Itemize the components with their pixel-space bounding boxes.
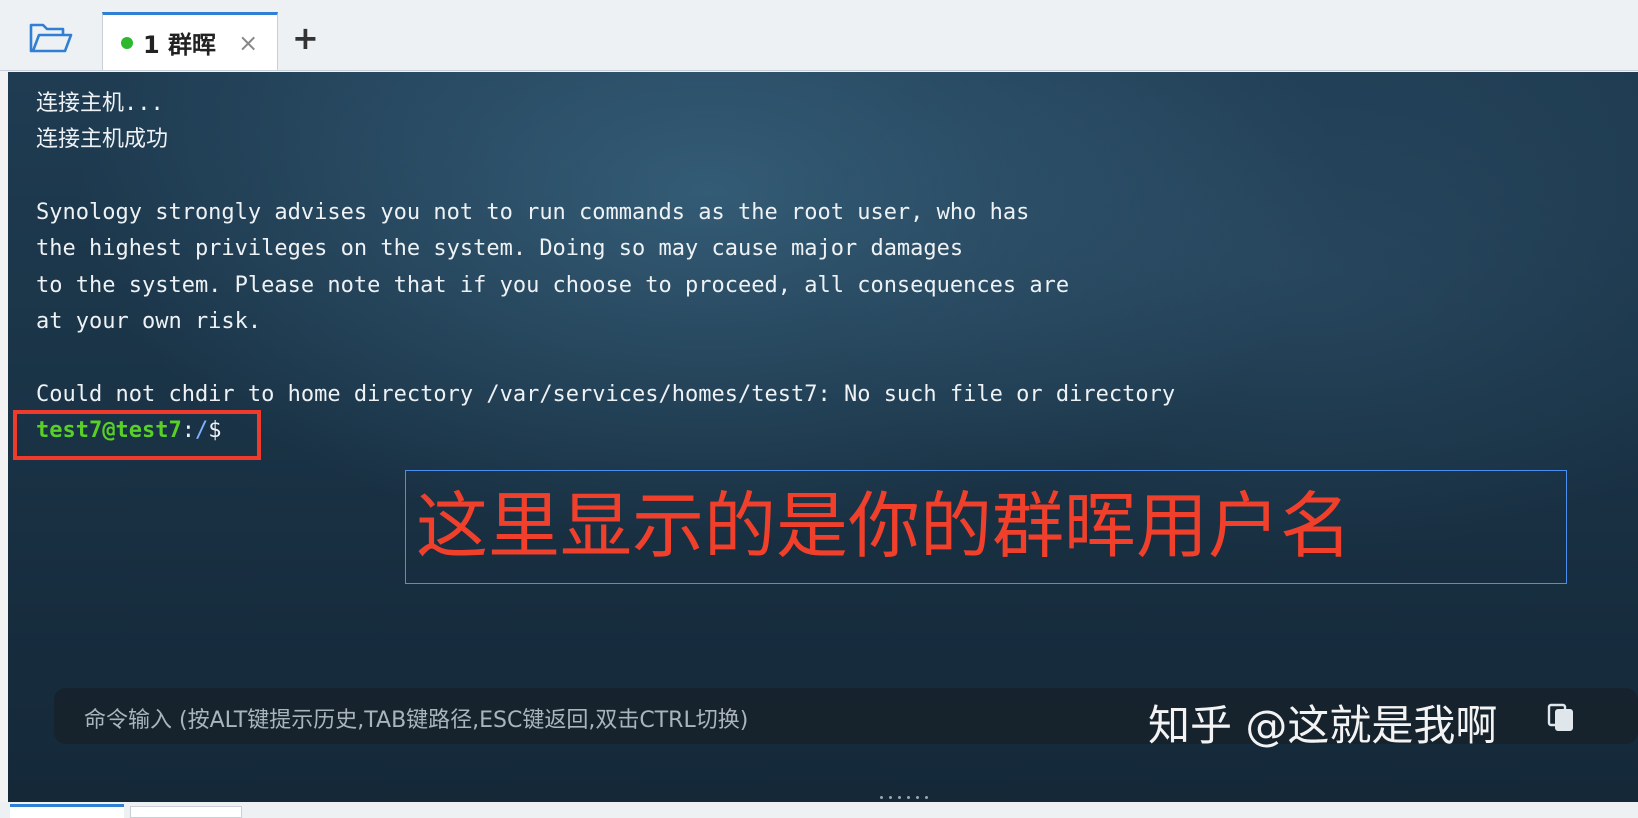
command-input-placeholder: 命令输入 (按ALT键提示历史,TAB键路径,ESC键返回,双击CTRL切换) <box>84 708 749 733</box>
close-tab-icon[interactable]: × <box>238 29 258 57</box>
terminal-app: 1 群晖 × + 连接主机... 连接主机成功 Synology strongl… <box>0 0 1638 818</box>
annotation-box: 这里显示的是你的群晖用户名 <box>405 470 1567 584</box>
annotation-text: 这里显示的是你的群晖用户名 <box>416 484 1353 568</box>
terminal-line: at your own risk. <box>36 309 262 334</box>
bottom-tab-active[interactable] <box>10 804 124 818</box>
terminal-line: Synology strongly advises you not to run… <box>36 200 1030 225</box>
tab-bar: 1 群晖 × + <box>0 0 1638 71</box>
tab-session-1[interactable]: 1 群晖 × <box>102 12 278 70</box>
terminal-line: 连接主机... <box>36 91 164 116</box>
terminal-line: 连接主机成功 <box>36 127 169 152</box>
terminal-line: the highest privileges on the system. Do… <box>36 236 964 261</box>
copy-icon[interactable] <box>1546 702 1576 732</box>
bottom-tab[interactable] <box>130 806 242 818</box>
terminal-line: to the system. Please note that if you c… <box>36 273 1070 298</box>
terminal-output[interactable]: 连接主机... 连接主机成功 Synology strongly advises… <box>8 72 1638 802</box>
folder-open-icon <box>29 23 73 53</box>
connection-status-icon <box>121 36 133 49</box>
add-tab-button[interactable]: + <box>292 20 319 56</box>
prompt-highlight-box <box>13 410 261 460</box>
tab-label: 1 群晖 <box>143 31 217 59</box>
zhihu-watermark: 知乎 @这就是我啊 <box>1148 701 1498 750</box>
terminal-line: Could not chdir to home directory /var/s… <box>36 382 1176 407</box>
bottom-panel-bar <box>0 802 1638 818</box>
open-folder-button[interactable] <box>26 18 76 58</box>
